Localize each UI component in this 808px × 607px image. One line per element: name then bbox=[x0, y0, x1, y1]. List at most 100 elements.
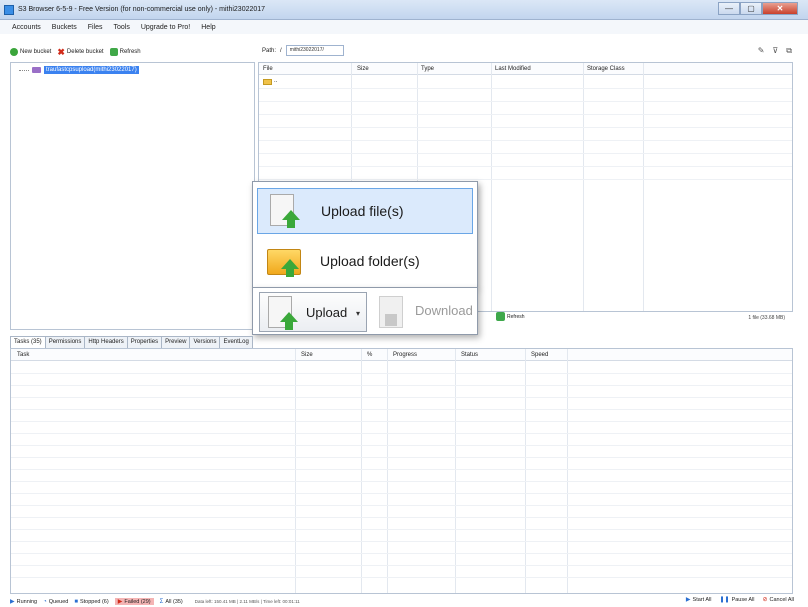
copy-icon[interactable]: ⧉ bbox=[786, 46, 792, 56]
refresh-buckets-button[interactable]: Refresh bbox=[109, 48, 141, 56]
tab-preview[interactable]: Preview bbox=[161, 336, 191, 348]
plus-icon bbox=[10, 48, 18, 56]
row-divider bbox=[11, 373, 792, 374]
filter-running-button[interactable]: ▶ Running bbox=[10, 598, 37, 606]
menu-accounts[interactable]: Accounts bbox=[12, 24, 41, 31]
delete-x-icon: ✖ bbox=[57, 47, 65, 57]
col-speed[interactable]: Speed bbox=[531, 352, 548, 358]
cancel-all-button[interactable]: ⊘ Cancel All bbox=[763, 596, 795, 604]
col-file[interactable]: File bbox=[263, 66, 273, 72]
row-divider bbox=[11, 565, 792, 566]
tab-properties[interactable]: Properties bbox=[126, 336, 163, 348]
tab-permissions[interactable]: Permissions bbox=[44, 336, 86, 348]
window-controls: — ▢ ✕ bbox=[718, 2, 798, 15]
refresh-files-label: Refresh bbox=[507, 313, 525, 320]
upload-files-item[interactable]: Upload file(s) bbox=[257, 188, 473, 234]
new-bucket-button[interactable]: New bucket bbox=[10, 48, 51, 56]
col-type[interactable]: Type bbox=[421, 66, 434, 72]
tab-tasks[interactable]: Tasks (35) bbox=[10, 336, 46, 348]
upload-button[interactable]: Upload ▾ bbox=[259, 292, 367, 332]
bottom-tabs: Tasks (35) Permissions Http Headers Prop… bbox=[10, 336, 253, 348]
play-icon: ▶ bbox=[10, 599, 15, 605]
upload-files-label: Upload file(s) bbox=[321, 203, 404, 219]
tab-eventlog[interactable]: EventLog bbox=[219, 336, 253, 348]
title-bar: S3 Browser 6-5-9 - Free Version (for non… bbox=[0, 0, 808, 20]
col-size[interactable]: Size bbox=[357, 66, 369, 72]
file-count: 1 file (33.68 MB) bbox=[748, 315, 785, 321]
col-percent[interactable]: % bbox=[367, 352, 372, 358]
filter-stopped-button[interactable]: ■ Stopped (6) bbox=[74, 599, 108, 605]
path-input[interactable]: mithi23022017/ bbox=[285, 45, 344, 56]
path-label: Path: bbox=[262, 47, 277, 54]
maximize-button[interactable]: ▢ bbox=[740, 2, 762, 15]
transfer-buttons: Upload ▾ Download bbox=[252, 287, 478, 335]
tab-versions[interactable]: Versions bbox=[189, 336, 221, 348]
row-divider bbox=[259, 179, 792, 180]
app-icon bbox=[4, 5, 14, 15]
bucket-tree[interactable]: traufastcpsupload(mithi23022017) bbox=[10, 62, 255, 330]
parent-folder-row[interactable]: .. bbox=[274, 78, 277, 84]
pause-icon: ❚❚ bbox=[719, 597, 730, 603]
queued-label: Queued bbox=[48, 598, 69, 605]
transfer-info: Data left: 150.41 MB | 2.11 MB/s | Time … bbox=[194, 599, 300, 604]
window-title: S3 Browser 6-5-9 - Free Version (for non… bbox=[18, 6, 266, 13]
parent-folder-icon[interactable] bbox=[263, 79, 272, 85]
failed-icon: ▶ bbox=[117, 599, 123, 605]
download-label: Download bbox=[415, 303, 473, 318]
status-bar: ▶ Running ◔ Queued ■ Stopped (6) ▶ Faile… bbox=[10, 596, 800, 607]
pause-all-button[interactable]: ❚❚ Pause All bbox=[719, 596, 755, 604]
bucket-toolbar: New bucket ✖ Delete bucket Refresh bbox=[0, 44, 250, 60]
row-divider bbox=[11, 397, 792, 398]
upload-menu: Upload file(s) Upload folder(s) bbox=[252, 181, 478, 288]
chevron-down-icon[interactable]: ▾ bbox=[356, 309, 360, 318]
col-progress[interactable]: Progress bbox=[393, 352, 417, 358]
download-arrow-icon bbox=[385, 314, 397, 326]
path-root-separator[interactable]: / bbox=[280, 48, 282, 54]
edit-icon[interactable]: ✎ bbox=[758, 46, 765, 56]
col-storage-class[interactable]: Storage Class bbox=[587, 66, 625, 72]
download-button[interactable]: Download bbox=[373, 292, 479, 332]
pause-all-label: Pause All bbox=[731, 596, 755, 603]
upload-folder-label: Upload folder(s) bbox=[320, 253, 420, 269]
file-list-header: File Size Type Last Modified Storage Cla… bbox=[259, 63, 792, 75]
tree-connector bbox=[19, 69, 29, 71]
col-task[interactable]: Task bbox=[17, 352, 29, 358]
upload-folder-item[interactable]: Upload folder(s) bbox=[257, 238, 473, 284]
filter-all-button[interactable]: Σ All (35) bbox=[160, 599, 183, 605]
file-toolbar-icons: ✎ ⊽ ⧉ bbox=[758, 46, 792, 56]
start-all-button[interactable]: ▶ Start All bbox=[686, 596, 712, 604]
menu-upgrade[interactable]: Upgrade to Pro! bbox=[141, 24, 190, 31]
menu-tools[interactable]: Tools bbox=[113, 24, 129, 31]
col-task-size[interactable]: Size bbox=[301, 352, 313, 358]
row-divider bbox=[11, 553, 792, 554]
minimize-button[interactable]: — bbox=[718, 2, 740, 15]
delete-bucket-button[interactable]: ✖ Delete bucket bbox=[57, 47, 104, 57]
filter-failed-button[interactable]: ▶ Failed (29) bbox=[114, 598, 154, 605]
row-divider bbox=[11, 505, 792, 506]
refresh-files-button[interactable]: Refresh bbox=[496, 312, 525, 321]
delete-bucket-label: Delete bucket bbox=[66, 49, 104, 55]
task-controls: ▶ Start All ❚❚ Pause All ⊘ Cancel All bbox=[686, 596, 795, 604]
filter-queued-button[interactable]: ◔ Queued bbox=[43, 599, 68, 605]
tasks-table[interactable]: Task Size % Progress Status Speed bbox=[10, 348, 793, 594]
filter-icon[interactable]: ⊽ bbox=[772, 46, 778, 56]
menu-help[interactable]: Help bbox=[201, 24, 215, 31]
row-divider bbox=[11, 481, 792, 482]
menu-files[interactable]: Files bbox=[88, 24, 103, 31]
upload-icon bbox=[266, 294, 298, 332]
col-last-modified[interactable]: Last Modified bbox=[495, 66, 531, 72]
tab-http-headers[interactable]: Http Headers bbox=[84, 336, 128, 348]
tasks-header: Task Size % Progress Status Speed bbox=[11, 349, 792, 361]
clock-icon: ◔ bbox=[43, 598, 47, 605]
row-divider bbox=[11, 385, 792, 386]
col-status[interactable]: Status bbox=[461, 352, 478, 358]
tree-item-bucket[interactable]: traufastcpsupload(mithi23022017) bbox=[19, 66, 139, 74]
upload-file-icon bbox=[268, 192, 300, 230]
row-divider bbox=[11, 577, 792, 578]
close-button[interactable]: ✕ bbox=[762, 2, 798, 15]
row-divider bbox=[11, 493, 792, 494]
menu-buckets[interactable]: Buckets bbox=[52, 24, 77, 31]
stopped-label: Stopped (6) bbox=[79, 598, 109, 605]
menu-bar: Accounts Buckets Files Tools Upgrade to … bbox=[0, 20, 808, 34]
row-divider bbox=[11, 469, 792, 470]
